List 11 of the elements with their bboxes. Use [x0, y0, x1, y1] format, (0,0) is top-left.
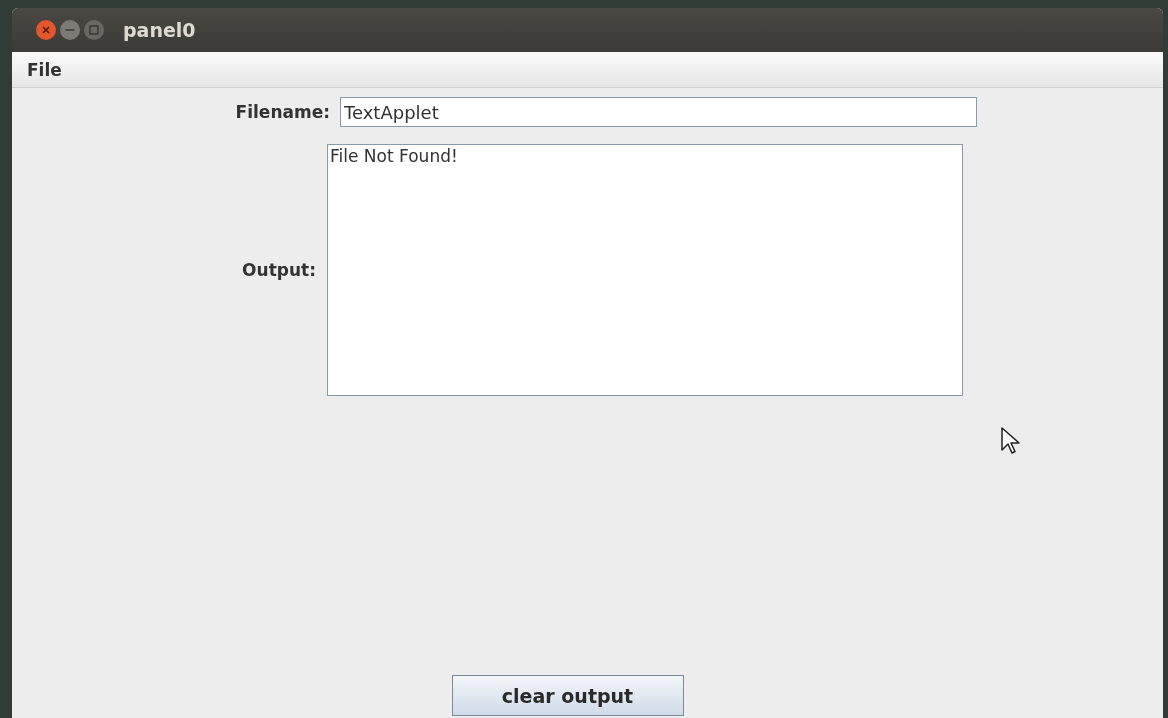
output-label: Output:: [241, 260, 316, 280]
filename-field[interactable]: TextApplet: [340, 97, 977, 127]
cursor-icon: [1000, 426, 1022, 456]
menu-item[interactable]: File: [15, 59, 73, 80]
output-area[interactable]: File Not Found!: [327, 144, 963, 396]
window-title: panel0: [123, 19, 196, 41]
minimize-icon[interactable]: [59, 19, 81, 41]
clear-output-button[interactable]: clear output: [451, 675, 684, 716]
close-icon[interactable]: [35, 19, 57, 41]
filename-label: Filename:: [234, 102, 330, 122]
maximize-icon[interactable]: [83, 19, 105, 41]
